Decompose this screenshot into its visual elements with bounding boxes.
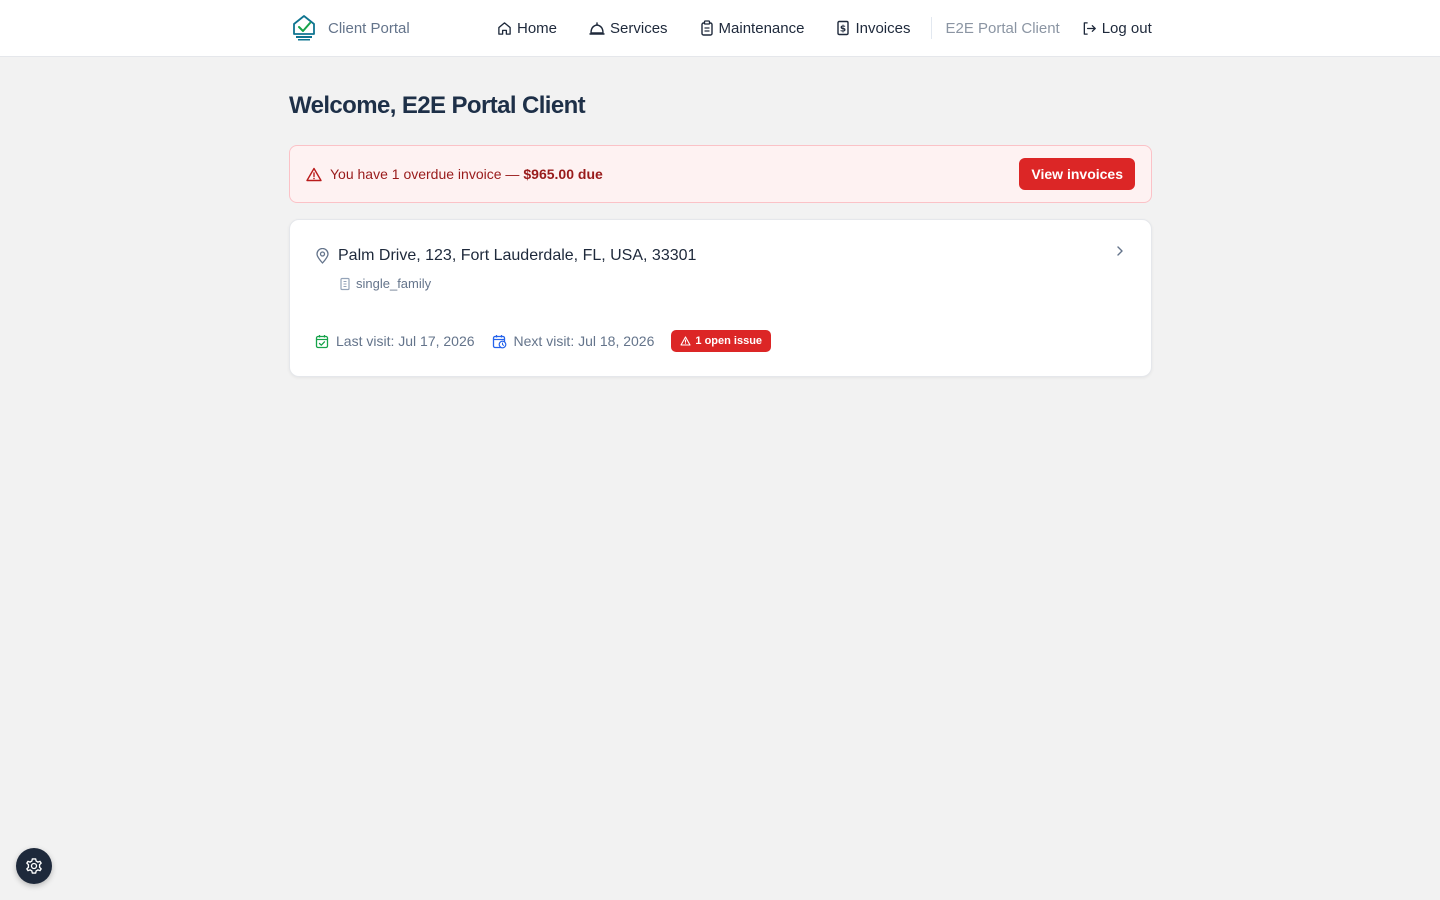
invoice-icon: $: [837, 20, 850, 36]
gear-icon: [26, 858, 42, 874]
nav-invoices-label: Invoices: [855, 19, 911, 37]
property-type-row: single_family: [338, 276, 431, 291]
property-type: single_family: [356, 276, 432, 291]
brand-name: Client Portal: [328, 19, 410, 37]
top-navbar: Client Portal Home Services Maintenance …: [0, 0, 1440, 57]
nav-maintenance[interactable]: Maintenance: [700, 19, 805, 37]
page-title: Welcome, E2E Portal Client: [289, 92, 586, 119]
map-pin-icon: [316, 248, 329, 264]
property-card[interactable]: Palm Drive, 123, Fort Lauderdale, FL, US…: [289, 219, 1152, 377]
logout-button[interactable]: Log out: [1082, 20, 1152, 37]
alert-text: You have 1 overdue invoice —: [330, 166, 520, 182]
nav-services[interactable]: Services: [589, 20, 668, 37]
clipboard-icon: [700, 20, 713, 36]
nav-invoices[interactable]: $ Invoices: [836, 20, 910, 37]
next-visit-text: Next visit: Jul 18, 2026: [513, 333, 655, 349]
main-content: Welcome, E2E Portal Client You have 1 ov…: [289, 57, 1152, 377]
overdue-alert: You have 1 overdue invoice — $965.00 due…: [289, 145, 1152, 203]
last-visit: Last visit: Jul 17, 2026: [315, 333, 475, 349]
main-nav: Home Services Maintenance $ Invoices E2E…: [497, 0, 1152, 56]
warning-icon: [306, 167, 322, 182]
calendar-clock-icon: [492, 334, 506, 348]
view-invoices-button[interactable]: View invoices: [1019, 158, 1135, 190]
warning-icon: [680, 336, 691, 346]
bell-service-icon: [589, 21, 605, 35]
nav-maintenance-label: Maintenance: [718, 19, 805, 37]
chevron-right-icon[interactable]: [1115, 244, 1125, 258]
logout-label: Log out: [1101, 19, 1152, 37]
home-icon: [498, 21, 511, 35]
property-address: Palm Drive, 123, Fort Lauderdale, FL, US…: [338, 247, 697, 264]
user-name: E2E Portal Client: [945, 19, 1060, 37]
open-issue-text: 1 open issue: [695, 335, 763, 347]
nav-divider: [931, 17, 933, 39]
settings-button[interactable]: [16, 848, 52, 884]
svg-text:$: $: [840, 25, 846, 35]
next-visit: Next visit: Jul 18, 2026: [492, 333, 655, 349]
property-address-row: Palm Drive, 123, Fort Lauderdale, FL, US…: [315, 247, 696, 265]
calendar-check-icon: [315, 334, 329, 348]
nav-services-label: Services: [610, 19, 668, 37]
last-visit-text: Last visit: Jul 17, 2026: [336, 333, 475, 349]
alert-amount: $965.00 due: [523, 166, 603, 182]
logout-icon: [1083, 21, 1096, 35]
brand[interactable]: Client Portal: [292, 14, 410, 42]
home-logo-icon: [293, 15, 315, 41]
open-issue-badge[interactable]: 1 open issue: [671, 330, 772, 352]
nav-home[interactable]: Home: [497, 20, 557, 37]
nav-home-label: Home: [517, 19, 558, 37]
building-icon: [340, 277, 350, 290]
visit-meta: Last visit: Jul 17, 2026 Next visit: Jul…: [315, 330, 772, 352]
